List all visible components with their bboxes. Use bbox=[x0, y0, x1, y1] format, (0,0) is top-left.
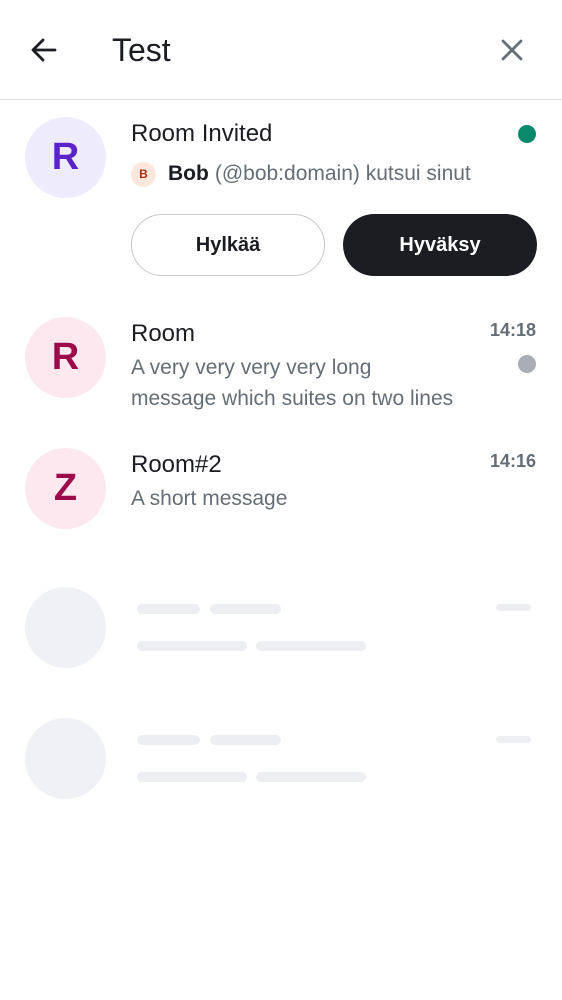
placeholder-avatar bbox=[25, 718, 106, 799]
decline-button[interactable]: Hylkää bbox=[131, 214, 325, 276]
inviter-line: B Bob (@bob:domain) kutsui sinut bbox=[131, 158, 471, 190]
room-timestamp: 14:18 bbox=[489, 320, 536, 340]
back-button[interactable] bbox=[22, 28, 66, 72]
placeholder-bar bbox=[137, 772, 247, 782]
room-list-screen: Test R Room Invited B Bob (@bob:domain) … bbox=[0, 0, 562, 1000]
preview-line: A very very very very long bbox=[131, 356, 372, 379]
message-preview: A very very very very long message which… bbox=[131, 352, 481, 414]
room-timestamp: 14:16 bbox=[489, 451, 536, 471]
placeholder-bar bbox=[210, 735, 281, 745]
placeholder-bar bbox=[256, 641, 366, 651]
invite-indicator-dot bbox=[518, 125, 536, 143]
room-name: Room bbox=[131, 320, 196, 347]
placeholder-avatar bbox=[25, 587, 106, 668]
placeholder-bar bbox=[137, 641, 247, 651]
preview-line: message which suites on two lines bbox=[131, 387, 454, 410]
placeholder-bar bbox=[496, 604, 531, 611]
message-preview: A short message bbox=[131, 483, 481, 514]
inviter-text: (@bob:domain) kutsui sinut bbox=[214, 162, 471, 185]
placeholder-bar bbox=[137, 604, 200, 614]
top-app-bar: Test bbox=[0, 0, 562, 100]
placeholder-bar bbox=[137, 735, 200, 745]
placeholder-bar bbox=[210, 604, 281, 614]
accept-button[interactable]: Hyväksy bbox=[343, 214, 537, 276]
placeholder-bar bbox=[256, 772, 366, 782]
avatar: R bbox=[25, 117, 106, 198]
room-name: Room Invited bbox=[131, 120, 273, 147]
inviter-avatar: B bbox=[131, 161, 156, 187]
avatar: Z bbox=[25, 448, 106, 529]
preview-line: A short message bbox=[131, 487, 288, 510]
placeholder-bar bbox=[496, 736, 531, 743]
avatar: R bbox=[25, 317, 106, 398]
close-icon bbox=[501, 39, 523, 61]
unread-dot bbox=[518, 355, 536, 373]
arrow-left-icon bbox=[31, 38, 57, 62]
close-button[interactable] bbox=[490, 28, 534, 72]
page-title: Test bbox=[112, 32, 171, 68]
inviter-name: Bob bbox=[168, 162, 209, 185]
room-name: Room#2 bbox=[131, 451, 222, 478]
